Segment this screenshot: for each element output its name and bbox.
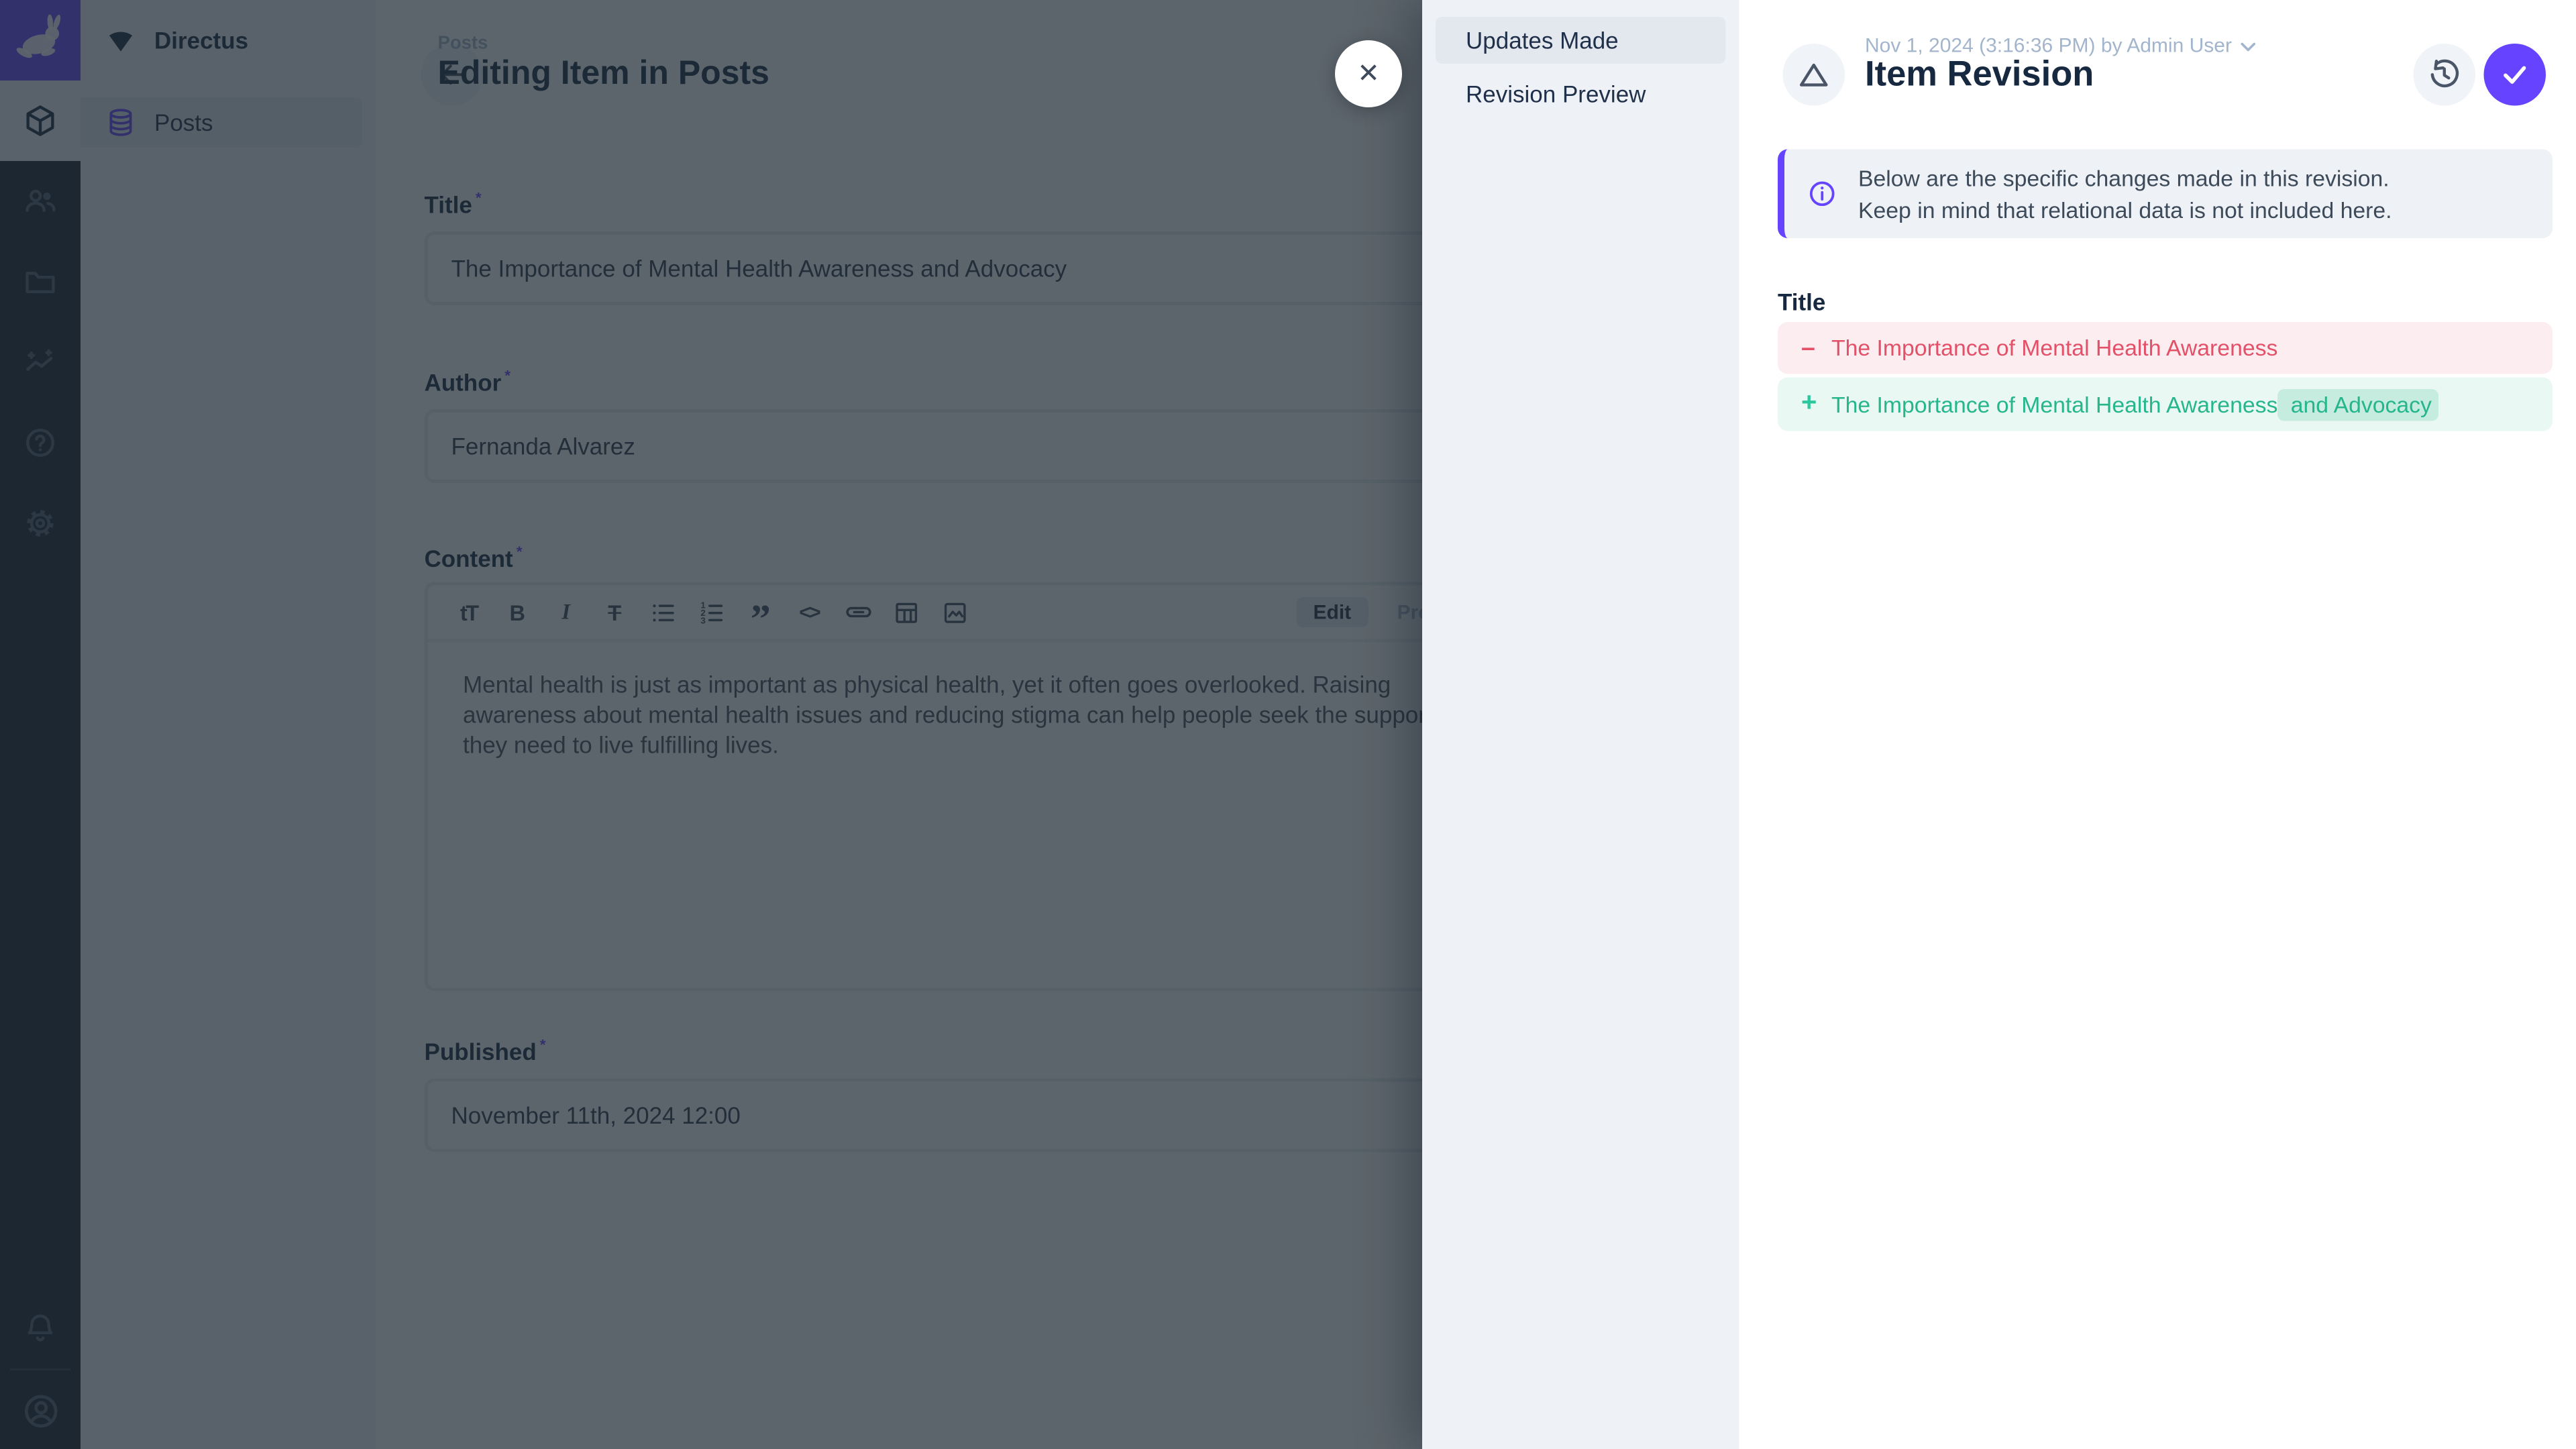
chevron-down-icon	[2232, 40, 2255, 52]
diff-added-text: The Importance of Mental Health Awarenes…	[1831, 392, 2277, 417]
drawer-title: Item Revision	[1865, 56, 2094, 96]
close-drawer-button[interactable]: ✕	[1335, 40, 1402, 107]
drawer-main: Nov 1, 2024 (3:16:36 PM) by Admin User I…	[1739, 0, 2576, 1449]
directus-app: Directus Posts Posts Editing Item in Pos…	[0, 0, 2576, 1449]
info-icon	[1807, 178, 1839, 210]
check-icon	[2499, 58, 2531, 90]
drawer-sidebar: Updates Made Revision Preview	[1422, 0, 1739, 1449]
close-icon: ✕	[1357, 57, 1380, 91]
diff-added-row: + The Importance of Mental Health Awaren…	[1778, 378, 2553, 431]
info-banner-text: Below are the specific changes made in t…	[1858, 164, 2392, 227]
revision-selector[interactable]: Nov 1, 2024 (3:16:36 PM) by Admin User	[1865, 34, 2255, 57]
diff-section-label: Title	[1778, 288, 1825, 315]
tab-updates-made[interactable]: Updates Made	[1436, 17, 1726, 64]
info-banner: Below are the specific changes made in t…	[1778, 150, 2553, 239]
revert-button[interactable]	[2412, 43, 2475, 105]
change-history-triangle-icon	[1795, 56, 1831, 92]
revision-header-icon-button	[1782, 43, 1844, 105]
plus-icon: +	[1801, 389, 1831, 419]
history-restore-icon	[2426, 56, 2461, 92]
diff-added-highlight: and Advocacy	[2277, 388, 2438, 421]
diff-removed-text: The Importance of Mental Health Awarenes…	[1831, 335, 2277, 361]
tab-revision-preview[interactable]: Revision Preview	[1436, 70, 1726, 117]
done-button[interactable]	[2484, 43, 2546, 105]
stage: Directus Posts Posts Editing Item in Pos…	[0, 0, 2576, 1449]
diff-removed-row: – The Importance of Mental Health Awaren…	[1778, 322, 2553, 374]
revision-drawer: Updates Made Revision Preview Nov 1, 202…	[1422, 0, 2576, 1449]
minus-icon: –	[1801, 334, 1831, 363]
